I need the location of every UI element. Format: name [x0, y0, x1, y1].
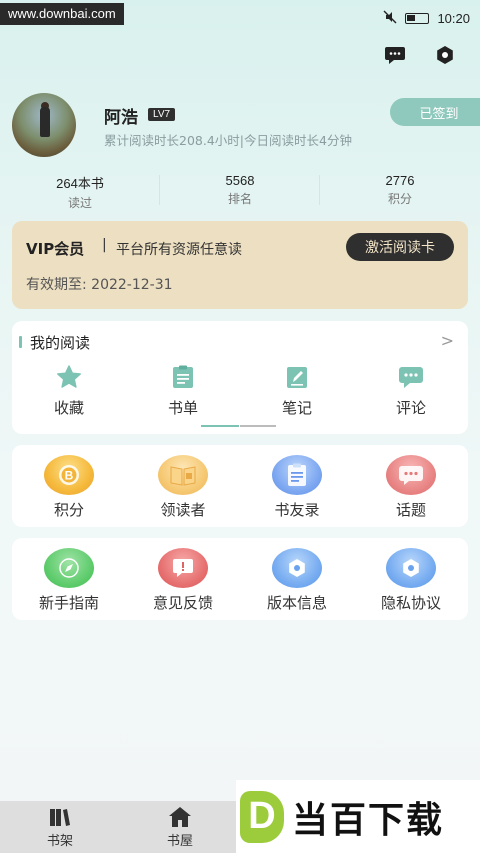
message-icon[interactable]: [384, 44, 406, 66]
feature-topic[interactable]: 话题: [354, 455, 468, 520]
stat-rank[interactable]: 5568 排名: [160, 173, 320, 209]
item-label: 书友录: [274, 501, 320, 519]
logo-text: 当百下载: [292, 799, 445, 841]
feature-points[interactable]: B 积分: [12, 455, 126, 520]
vip-separator: |: [102, 237, 107, 253]
item-label: 书单: [167, 399, 198, 417]
item-label: 版本信息: [266, 594, 327, 612]
item-label: 积分: [53, 501, 84, 519]
note-icon: [285, 365, 309, 393]
svg-text:B: B: [65, 469, 74, 483]
stat-label: 读过: [67, 196, 92, 210]
compass-icon: [44, 548, 94, 588]
comment-icon: [398, 365, 424, 393]
vip-description: 平台所有资源任意读: [116, 242, 242, 258]
stat-points[interactable]: 2776 积分: [320, 173, 480, 209]
status-bar: 10:20: [383, 10, 470, 27]
item-label: 领读者: [160, 501, 206, 519]
stat-value: 5568: [225, 173, 255, 188]
item-label: 新手指南: [38, 594, 99, 612]
item-label: 笔记: [281, 399, 312, 417]
battery-icon: [405, 13, 430, 24]
features-card: B 积分 领读者 书友录 话题: [12, 445, 468, 527]
version-icon: [272, 548, 322, 588]
vip-title: VIP会员: [26, 240, 85, 258]
topic-icon: [386, 455, 436, 495]
nav-label: 书屋: [166, 833, 193, 849]
chevron-right-icon[interactable]: >: [441, 331, 454, 350]
level-badge: LV7: [148, 108, 176, 121]
signed-in-button[interactable]: 已签到: [390, 98, 480, 126]
more-feedback[interactable]: 意见反馈: [126, 548, 240, 613]
more-privacy-policy[interactable]: 隐私协议: [354, 548, 468, 613]
my-reading-notes[interactable]: 笔记: [240, 365, 354, 418]
vip-expiry: 有效期至: 2022-12-31: [26, 277, 173, 293]
my-reading-booklist[interactable]: 书单: [126, 365, 240, 418]
item-label: 隐私协议: [380, 594, 441, 612]
points-icon: B: [44, 455, 94, 495]
nav-bookhouse[interactable]: 书屋: [120, 801, 240, 853]
stat-value: 2776: [385, 173, 415, 188]
item-label: 收藏: [53, 399, 84, 417]
item-label: 话题: [395, 501, 426, 519]
item-label: 意见反馈: [152, 594, 213, 612]
vip-card: VIP会员 | 平台所有资源任意读 激活阅读卡 有效期至: 2022-12-31: [12, 221, 468, 309]
nav-bookshelf[interactable]: 书架: [0, 801, 120, 853]
my-reading-comments[interactable]: 评论: [354, 365, 468, 418]
item-label: 评论: [395, 399, 426, 417]
avatar[interactable]: [12, 93, 76, 157]
home-icon: [168, 806, 192, 828]
mute-icon: [383, 10, 397, 27]
top-actions: [384, 44, 456, 66]
stat-label: 排名: [227, 192, 252, 206]
watermark-logo: D 当百下载: [236, 780, 480, 853]
feedback-icon: [158, 548, 208, 588]
privacy-icon: [386, 548, 436, 588]
my-reading-card: 我的阅读 > 收藏 书单 笔记 评论: [12, 321, 468, 434]
profile-header: 阿浩 LV7 累计阅读时长208.4小时|今日阅读时长4分钟 已签到: [12, 93, 480, 157]
my-reading-favorites[interactable]: 收藏: [12, 365, 126, 418]
bookshelf-icon: [48, 806, 72, 828]
activate-card-button[interactable]: 激活阅读卡: [346, 233, 454, 261]
star-icon: [56, 365, 82, 393]
settings-icon[interactable]: [434, 44, 456, 66]
booklist-icon: [171, 365, 195, 393]
feature-book-friends[interactable]: 书友录: [240, 455, 354, 520]
watermark-text: www.downbai.com: [0, 3, 124, 25]
user-name: 阿浩: [104, 108, 138, 128]
reader-leader-icon: [158, 455, 208, 495]
section-title: 我的阅读: [30, 334, 91, 352]
section-accent-bar: [19, 336, 22, 348]
nav-label: 书架: [46, 833, 73, 849]
reading-time-summary: 累计阅读时长208.4小时|今日阅读时长4分钟: [104, 133, 352, 148]
stat-value: 264本书: [56, 176, 104, 191]
more-beginner-guide[interactable]: 新手指南: [12, 548, 126, 613]
book-friends-icon: [272, 455, 322, 495]
page-indicator: [201, 425, 276, 427]
stat-books-read[interactable]: 264本书 读过: [0, 173, 160, 210]
stats-row: 264本书 读过 5568 排名 2776 积分: [0, 173, 480, 210]
stat-label: 积分: [387, 192, 412, 206]
logo-d-icon: D: [240, 790, 284, 843]
more-version-info[interactable]: 版本信息: [240, 548, 354, 613]
status-time: 10:20: [437, 11, 470, 26]
more-card: 新手指南 意见反馈 版本信息 隐私协议: [12, 538, 468, 620]
feature-reader-leader[interactable]: 领读者: [126, 455, 240, 520]
